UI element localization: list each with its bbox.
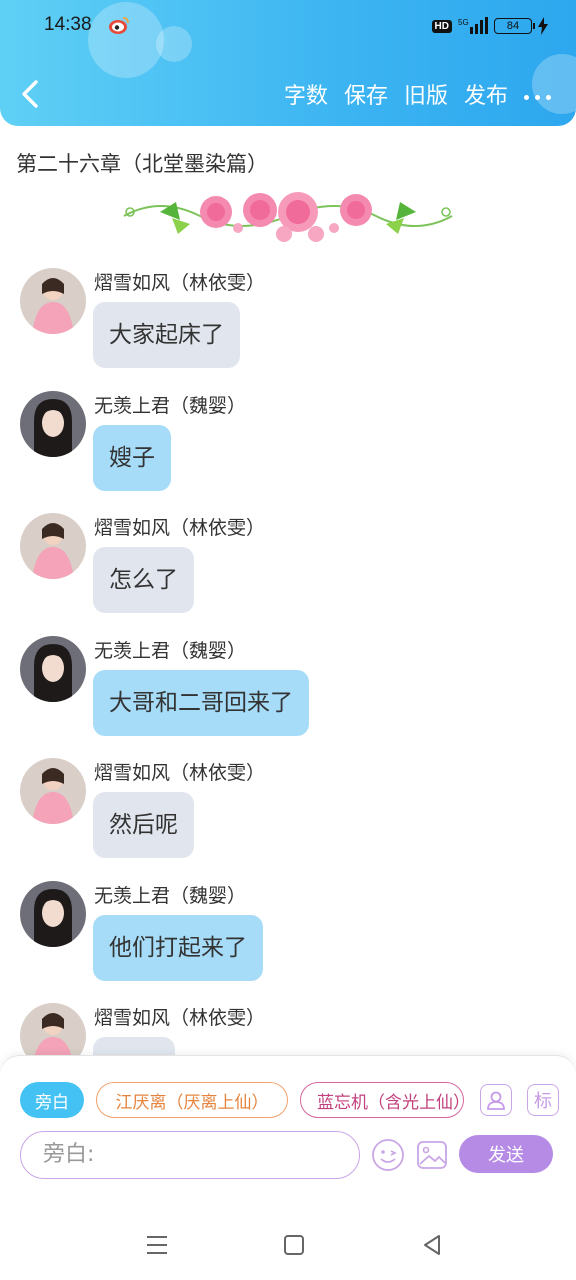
message-bubble[interactable]: 他们打起来了 [93, 915, 263, 981]
message-bubble[interactable]: 怎么了 [93, 547, 194, 613]
battery-icon: 84 [494, 18, 535, 34]
sender-name: 无羡上君（魏婴） [94, 395, 247, 417]
chat-message: 熠雪如风（林依雯） 然后呢 [20, 758, 560, 868]
hd-badge: HD [431, 19, 452, 33]
rose-divider-decoration [123, 192, 453, 242]
user-icon [487, 1091, 505, 1110]
system-nav-bar [0, 1210, 576, 1280]
back-button[interactable] [16, 76, 48, 112]
old-version-button[interactable]: 旧版 [396, 80, 456, 114]
role-chip-lan-wangji[interactable]: 蓝忘机（含光上仙） [300, 1082, 464, 1118]
more-button[interactable] [516, 80, 558, 114]
chat-message: 无羡上君（魏婴） 他们打起来了 [20, 881, 560, 991]
chat-message: 无羡上君（魏婴） 大哥和二哥回来了 [20, 636, 560, 746]
status-time: 14:38 [44, 14, 92, 35]
avatar[interactable] [20, 513, 86, 579]
home-icon[interactable] [281, 1232, 307, 1258]
signal-icon: 5G [458, 17, 488, 34]
message-bubble[interactable]: 大哥和二哥回来了 [93, 670, 309, 736]
header-decoration [88, 2, 164, 78]
message-composer: 旁白 江厌离（厌离上仙） 蓝忘机（含光上仙） 标 旁白: 发送 [0, 1055, 576, 1210]
mark-label: 标 [534, 1091, 552, 1112]
avatar[interactable] [20, 881, 86, 947]
role-chip-jiang-yanli[interactable]: 江厌离（厌离上仙） [96, 1082, 288, 1118]
menu-icon[interactable] [144, 1232, 170, 1258]
avatar[interactable] [20, 758, 86, 824]
chat-message: 熠雪如风（林依雯） 大家起床了 [20, 268, 560, 378]
sender-name: 熠雪如风（林依雯） [94, 1007, 266, 1029]
message-bubble[interactable]: 大家起床了 [93, 302, 240, 368]
sender-name: 熠雪如风（林依雯） [94, 762, 266, 784]
app-header: 14:38 HD 5G 84 字数 保存 旧版 发布 [0, 0, 576, 126]
message-bubble[interactable]: 然后呢 [93, 792, 194, 858]
message-bubble[interactable]: 嫂子 [93, 425, 171, 491]
sender-name: 无羡上君（魏婴） [94, 885, 247, 907]
charging-icon [538, 17, 548, 35]
emoji-icon[interactable] [371, 1138, 405, 1172]
avatar[interactable] [20, 636, 86, 702]
avatar[interactable] [20, 391, 86, 457]
word-count-button[interactable]: 字数 [276, 80, 336, 114]
avatar[interactable] [20, 268, 86, 334]
status-icons: HD 5G 84 [431, 14, 548, 38]
send-button[interactable]: 发送 [459, 1135, 553, 1173]
chat-message: 熠雪如风（林依雯） 怎么了 [20, 513, 560, 623]
message-input[interactable]: 旁白: [20, 1131, 360, 1179]
role-chip-narration[interactable]: 旁白 [20, 1082, 84, 1118]
back-triangle-icon[interactable] [419, 1232, 445, 1258]
weibo-icon [109, 17, 129, 34]
header-actions: 字数 保存 旧版 发布 [276, 80, 558, 114]
chat-message: 无羡上君（魏婴） 嫂子 [20, 391, 560, 501]
image-icon[interactable] [416, 1139, 448, 1171]
battery-level: 84 [506, 20, 520, 32]
header-decoration [156, 26, 192, 62]
sender-name: 熠雪如风（林依雯） [94, 272, 266, 294]
sender-name: 无羡上君（魏婴） [94, 640, 247, 662]
sender-name: 熠雪如风（林依雯） [94, 517, 266, 539]
save-button[interactable]: 保存 [336, 80, 396, 114]
network-label: 5G [458, 18, 469, 27]
add-character-button[interactable] [480, 1084, 512, 1116]
more-dots-icon [523, 94, 529, 100]
input-placeholder: 旁白: [43, 1142, 95, 1167]
chapter-title: 第二十六章（北堂墨染篇） [16, 152, 268, 176]
publish-button[interactable]: 发布 [456, 80, 516, 114]
mark-button[interactable]: 标 [527, 1084, 559, 1116]
